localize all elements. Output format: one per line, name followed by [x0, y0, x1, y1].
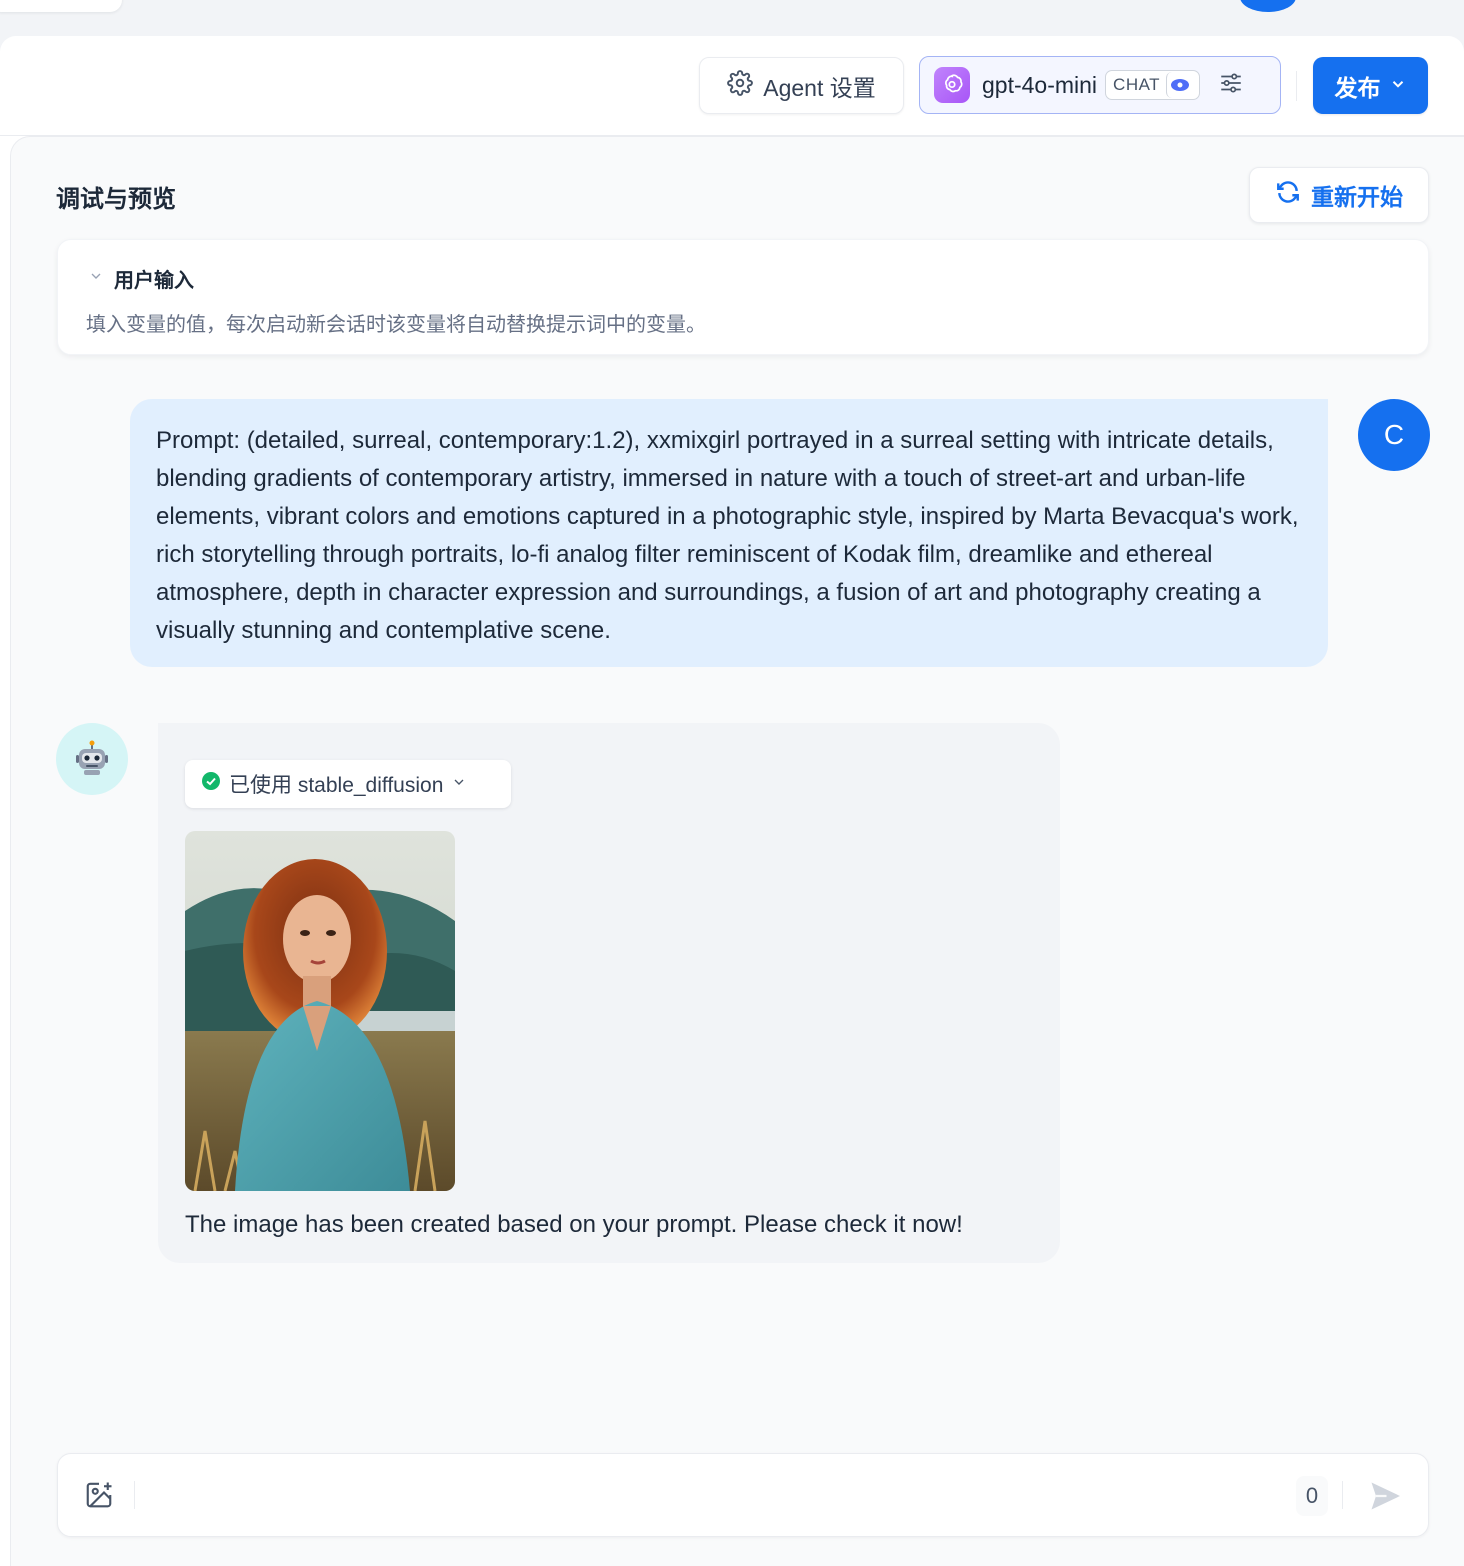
restart-button[interactable]: 重新开始 [1249, 167, 1429, 223]
top-avatar[interactable] [1240, 0, 1296, 12]
openai-logo-icon [934, 67, 970, 103]
model-type-badge: CHAT [1105, 70, 1201, 100]
user-input-toggle[interactable]: 用户输入 [88, 264, 194, 293]
model-type-label: CHAT [1113, 75, 1161, 94]
parameters-icon[interactable] [1218, 70, 1244, 101]
bot-reply-text: The image has been created based on your… [185, 1211, 963, 1238]
toolbar-divider [1296, 71, 1297, 101]
restart-label: 重新开始 [1311, 184, 1403, 210]
chevron-down-icon [1389, 72, 1407, 99]
robot-icon [56, 723, 128, 795]
composer-divider [1342, 1481, 1343, 1509]
debug-preview-panel: 调试与预览 重新开始 用户输入 填入变量的值，每次启动新会话时该变量将自动替换提… [10, 136, 1464, 1566]
image-upload-icon[interactable] [84, 1480, 114, 1510]
main-area: Agent 设置 gpt-4o-mini CHAT 发布 调试与预览 重新开始 … [0, 36, 1464, 1566]
vision-icon [1166, 72, 1192, 98]
composer-divider [134, 1481, 135, 1509]
model-name: gpt-4o-mini [982, 71, 1098, 98]
user-avatar: C [1358, 399, 1430, 471]
panel-title: 调试与预览 [56, 186, 176, 213]
model-selector[interactable]: gpt-4o-mini CHAT [919, 56, 1281, 114]
check-circle-icon [201, 771, 221, 797]
send-icon[interactable] [1366, 1478, 1404, 1514]
message-composer: 0 [57, 1453, 1429, 1537]
refresh-icon [1275, 179, 1301, 211]
publish-label: 发布 [1334, 74, 1381, 101]
agent-settings-button[interactable]: Agent 设置 [699, 57, 904, 114]
top-strip [0, 0, 1464, 36]
agent-settings-label: Agent 设置 [763, 74, 876, 101]
chevron-down-icon [451, 772, 467, 796]
chevron-down-icon [88, 267, 104, 290]
bot-message: 已使用 stable_diffusion The image has been … [158, 723, 1060, 1263]
user-message: Prompt: (detailed, surreal, contemporary… [130, 399, 1328, 667]
tool-usage-label: 已使用 stable_diffusion [229, 774, 444, 797]
toolbar: Agent 设置 gpt-4o-mini CHAT 发布 [0, 36, 1464, 136]
top-tab[interactable] [0, 0, 122, 12]
user-input-description: 填入变量的值，每次启动新会话时该变量将自动替换提示词中的变量。 [86, 314, 706, 336]
tool-usage-chip[interactable]: 已使用 stable_diffusion [185, 760, 511, 808]
user-input-card: 用户输入 填入变量的值，每次启动新会话时该变量将自动替换提示词中的变量。 [57, 239, 1429, 355]
generated-image[interactable] [185, 831, 455, 1191]
message-input[interactable] [148, 1472, 1268, 1520]
character-count: 0 [1296, 1476, 1328, 1516]
publish-button[interactable]: 发布 [1313, 57, 1428, 114]
user-input-heading: 用户输入 [114, 270, 194, 292]
gear-icon [727, 69, 754, 102]
